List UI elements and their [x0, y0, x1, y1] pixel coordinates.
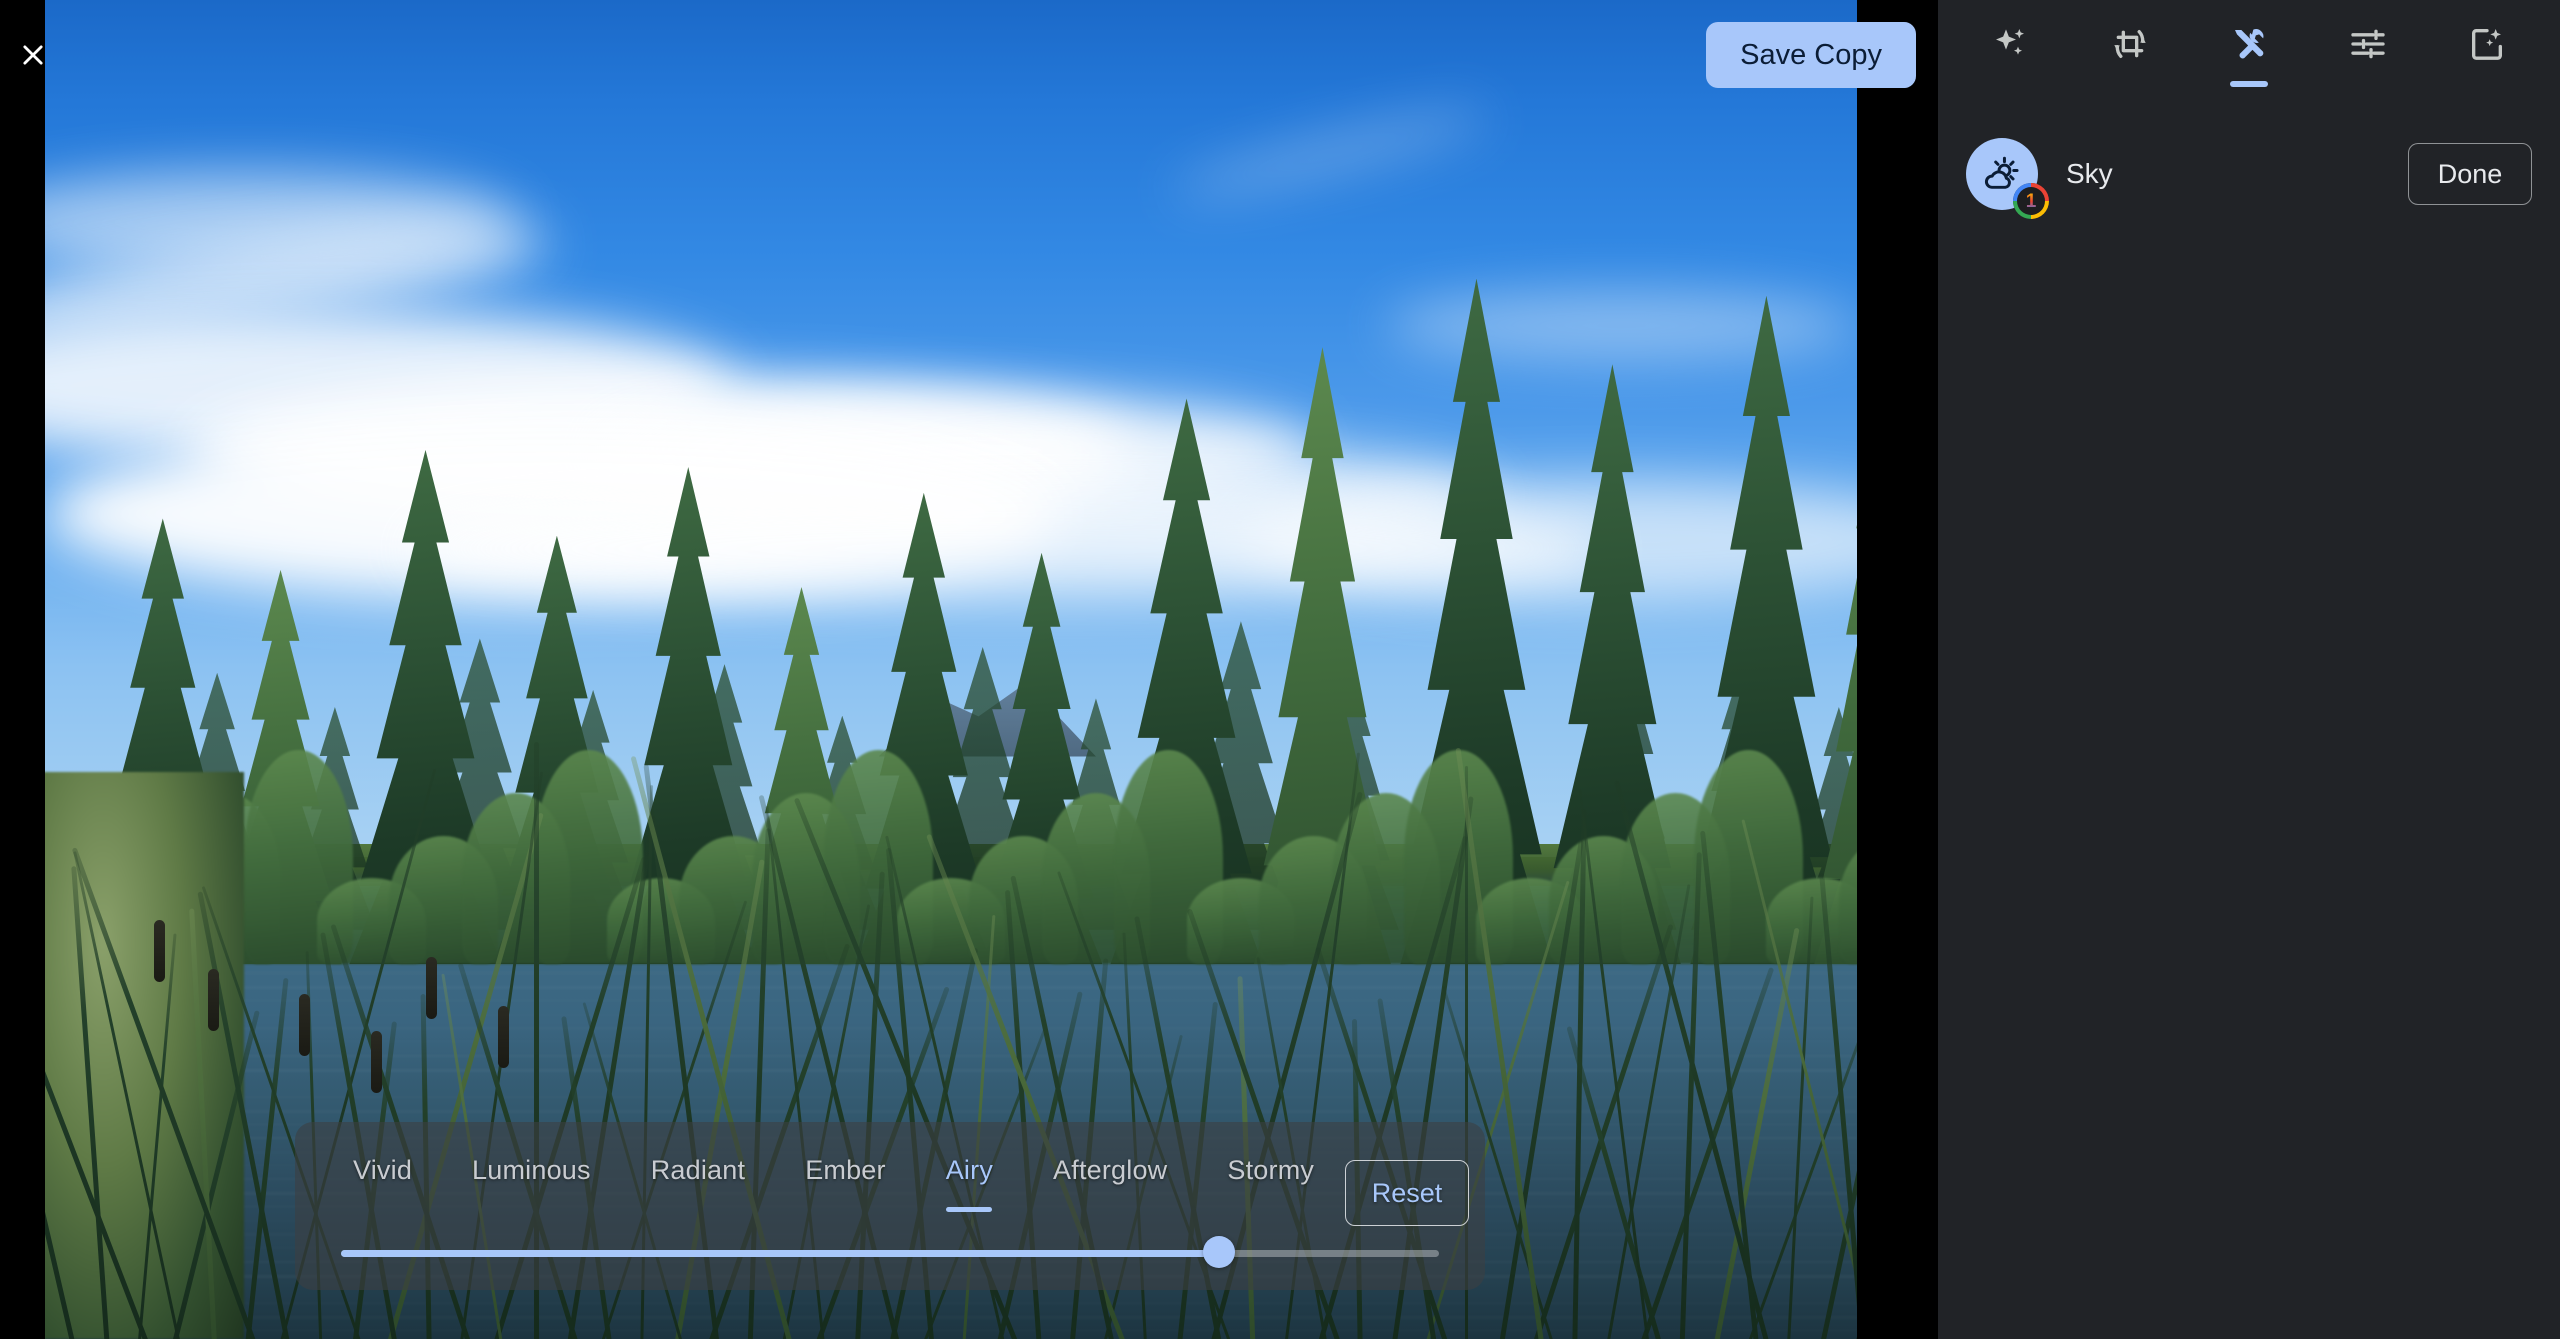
cattail-head: [208, 969, 220, 1032]
intensity-slider[interactable]: [341, 1236, 1439, 1268]
cattail-head: [371, 1030, 383, 1093]
cattail-head: [153, 919, 165, 982]
close-icon[interactable]: [10, 32, 56, 78]
preset-airy[interactable]: Airy: [916, 1155, 1023, 1186]
slider-thumb[interactable]: [1203, 1236, 1236, 1268]
preset-radiant[interactable]: Radiant: [621, 1155, 775, 1186]
preset-list: Vivid Luminous Radiant Ember Airy Afterglow St…: [295, 1122, 1344, 1218]
preset-stormy[interactable]: Stormy: [1197, 1155, 1344, 1186]
done-button[interactable]: Done: [2408, 143, 2532, 205]
cattail-head: [298, 993, 310, 1056]
preset-luminous[interactable]: Luminous: [442, 1155, 621, 1186]
reed-blade: [1602, 884, 1691, 1339]
preset-ember[interactable]: Ember: [775, 1155, 916, 1186]
edit-side-panel: 1 Sky Done: [1938, 0, 2560, 1339]
tab-adjust[interactable]: [2328, 9, 2408, 79]
cattail-head: [498, 1006, 509, 1068]
sparkle-icon: [1996, 29, 2025, 55]
tab-crop[interactable]: [2090, 9, 2170, 79]
badge-count: 1: [2025, 190, 2037, 212]
photo-editor-window: Save Copy Vivid Luminous Radiant Ember Airy A…: [0, 0, 2560, 1339]
edit-tabbar: [1938, 0, 2560, 88]
tab-tools[interactable]: [2209, 9, 2289, 79]
preset-vivid[interactable]: Vivid: [323, 1155, 442, 1186]
reed-blade: [1495, 840, 1584, 1339]
edit-count-badge: 1: [2013, 183, 2049, 219]
sky-adjustment-chip[interactable]: 1: [1966, 138, 2049, 219]
adjustment-row: 1 Sky Done: [1938, 126, 2560, 222]
adjustment-label: Sky: [2066, 158, 2113, 189]
tab-markup[interactable]: [2447, 9, 2527, 79]
magic-frame-icon: [2471, 29, 2502, 60]
tab-enhance[interactable]: [1971, 9, 2051, 79]
cattail-head: [425, 956, 437, 1019]
save-copy-button[interactable]: Save Copy: [1706, 22, 1916, 88]
sliders-icon: [2351, 29, 2385, 59]
tools-icon: [2234, 29, 2264, 59]
preset-afterglow[interactable]: Afterglow: [1023, 1155, 1197, 1186]
crop-rotate-icon: [2114, 29, 2146, 58]
editor-stage: Save Copy Vivid Luminous Radiant Ember Airy A…: [0, 0, 1938, 1339]
reset-button[interactable]: Reset: [1345, 1160, 1469, 1226]
slider-fill: [341, 1250, 1220, 1257]
filter-strip-panel: Vivid Luminous Radiant Ember Airy Afterglow St…: [295, 1122, 1485, 1290]
